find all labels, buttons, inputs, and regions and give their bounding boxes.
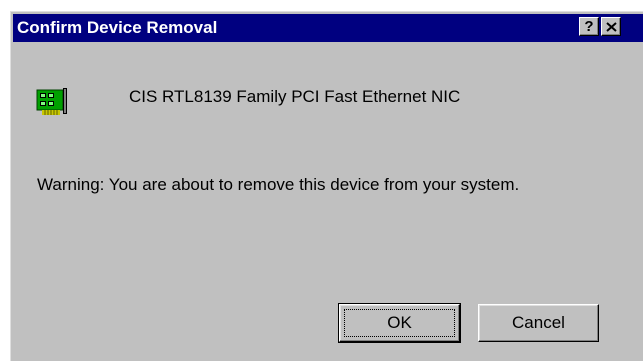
confirm-device-removal-dialog: Confirm Device Removal ? CIS RTL8139 Fam… <box>10 11 643 361</box>
ok-button-label: OK <box>344 309 455 337</box>
help-button[interactable]: ? <box>579 17 599 36</box>
cancel-button[interactable]: Cancel <box>478 304 599 342</box>
title-bar[interactable]: Confirm Device Removal ? <box>13 14 643 42</box>
network-card-icon <box>36 88 67 115</box>
close-button[interactable] <box>601 17 621 36</box>
device-name: CIS RTL8139 Family PCI Fast Ethernet NIC <box>129 87 461 106</box>
ok-button[interactable]: OK <box>338 303 461 343</box>
close-icon <box>606 22 617 32</box>
window-title: Confirm Device Removal <box>17 18 218 37</box>
warning-message: Warning: You are about to remove this de… <box>37 175 520 194</box>
